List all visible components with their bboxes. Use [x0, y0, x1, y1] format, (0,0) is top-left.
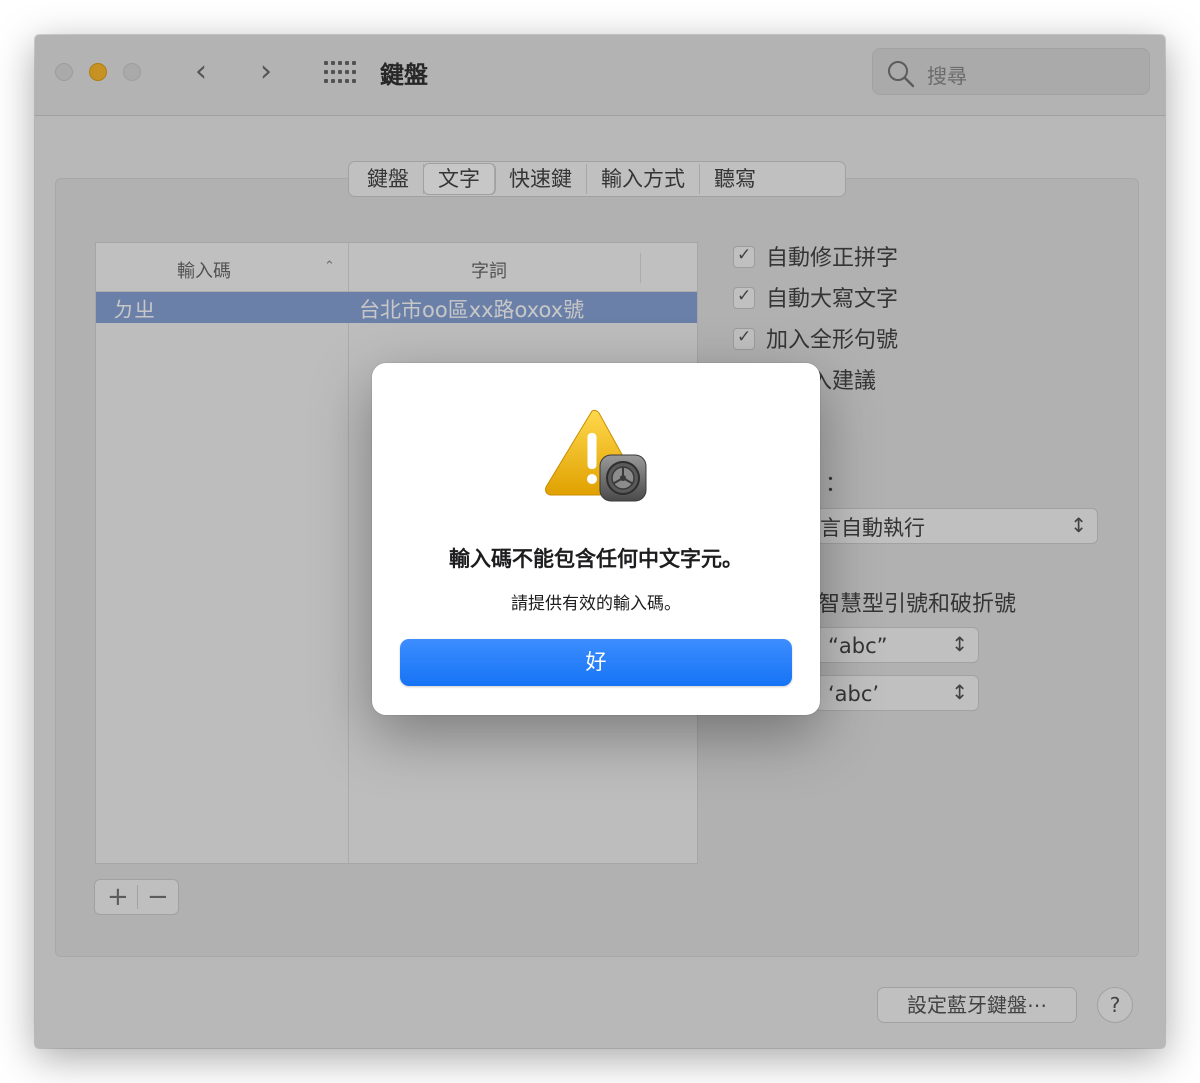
alert-message: 請提供有效的輸入碼。 — [511, 594, 681, 614]
ok-button[interactable]: 好 — [400, 639, 792, 686]
alert-title: 輸入碼不能包含任何中文字元。 — [449, 547, 743, 571]
warning-icon — [545, 409, 647, 502]
keyboard-preferences-window: ‹ › 鍵盤 搜尋 鍵盤 文字 快速鍵 輸入方式 聽寫 輸入碼 ⌃ 字詞 ㄉㄓ … — [35, 35, 1165, 1048]
alert-dialog: 輸入碼不能包含任何中文字元。 請提供有效的輸入碼。 好 — [372, 363, 820, 715]
